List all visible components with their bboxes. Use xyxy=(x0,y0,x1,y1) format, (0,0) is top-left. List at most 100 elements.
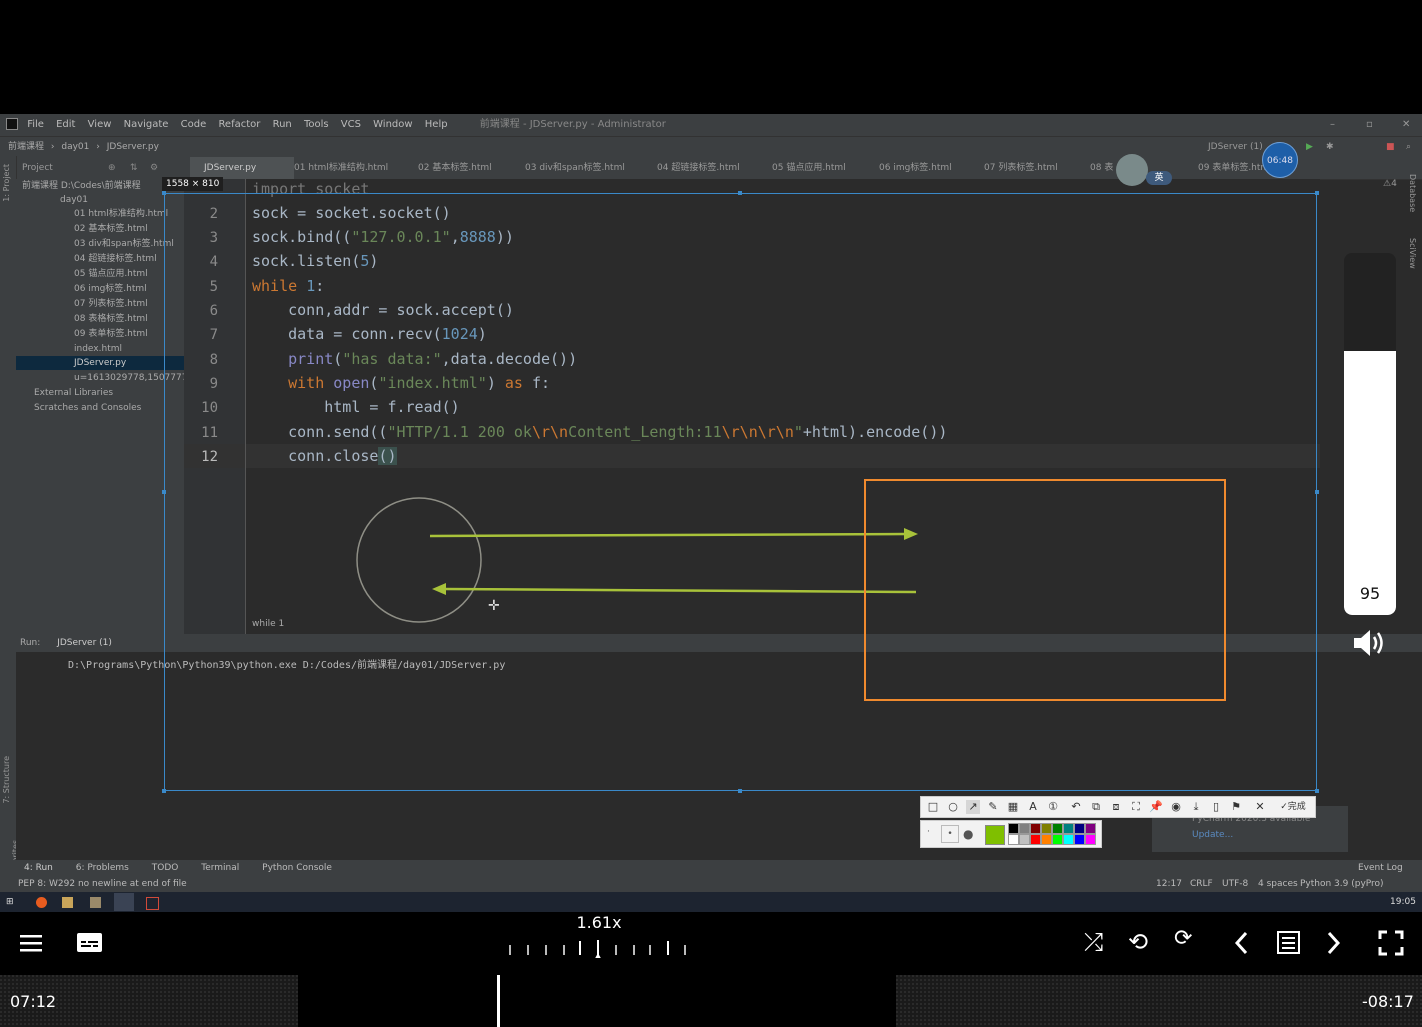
tab-basic-tags[interactable]: 02 基本标签.html xyxy=(418,157,492,179)
color-swatch[interactable] xyxy=(1041,823,1052,834)
previous-icon[interactable] xyxy=(1232,930,1252,956)
save-icon[interactable]: ▯ xyxy=(1209,800,1223,814)
resize-handle[interactable] xyxy=(162,490,166,494)
color-swatch[interactable] xyxy=(1074,834,1085,845)
timer-badge[interactable]: 06:48 xyxy=(1262,142,1298,178)
menu-icon[interactable] xyxy=(18,930,44,956)
resize-handle[interactable] xyxy=(162,191,166,195)
pen-tool-icon[interactable]: ✎ xyxy=(986,800,1000,814)
translate-icon[interactable]: ⧈ xyxy=(1109,800,1123,814)
color-swatch[interactable] xyxy=(1008,834,1019,845)
tree-file[interactable]: 08 表格标签.html xyxy=(74,312,148,326)
status-line-sep[interactable]: CRLF xyxy=(1190,876,1213,892)
next-icon[interactable] xyxy=(1324,930,1344,956)
debug-icon[interactable]: ✱ xyxy=(1326,137,1334,157)
tree-scratches[interactable]: Scratches and Consoles xyxy=(34,401,141,415)
project-panel-label[interactable]: Project xyxy=(22,157,53,179)
explorer-icon[interactable] xyxy=(62,897,73,908)
gear-icon[interactable]: ⚙ xyxy=(150,157,158,179)
color-swatch[interactable] xyxy=(1019,834,1030,845)
color-swatch[interactable] xyxy=(1008,823,1019,834)
tree-external-libraries[interactable]: External Libraries xyxy=(34,386,113,400)
run-tab[interactable]: JDServer (1) xyxy=(57,638,112,648)
collapse-icon[interactable]: ⇅ xyxy=(130,157,138,179)
search-icon[interactable]: ⌕ xyxy=(1406,137,1411,157)
menu-view[interactable]: View xyxy=(88,119,112,130)
color-swatch[interactable] xyxy=(1085,834,1096,845)
tree-file[interactable]: 04 超链接标签.html xyxy=(74,252,157,266)
run-icon[interactable]: ▶ xyxy=(1306,137,1313,157)
minimize-icon[interactable]: – xyxy=(1330,114,1335,136)
ime-badge[interactable]: 英 xyxy=(1146,171,1172,185)
color-swatch[interactable] xyxy=(1052,834,1063,845)
playback-speed[interactable]: 1.61x xyxy=(560,913,638,932)
volume-slider[interactable] xyxy=(1344,253,1396,615)
arrow-tool-icon[interactable]: ↗ xyxy=(966,800,980,814)
current-color-swatch[interactable] xyxy=(985,825,1005,845)
color-swatch[interactable] xyxy=(1063,834,1074,845)
event-log[interactable]: Event Log xyxy=(1358,860,1403,876)
tree-file[interactable]: 01 html标准结构.html xyxy=(74,207,168,221)
menu-code[interactable]: Code xyxy=(181,119,207,130)
undo-icon[interactable]: ↶ xyxy=(1069,800,1083,814)
side-sciview[interactable]: SciView xyxy=(1408,238,1417,269)
tree-root[interactable]: 前端课程 D:\Codes\前端课程 xyxy=(22,179,141,193)
speaker-icon[interactable] xyxy=(1352,628,1388,658)
size-small-icon[interactable]: · xyxy=(927,827,930,837)
resize-handle[interactable] xyxy=(162,789,166,793)
tool-problems[interactable]: 6: Problems xyxy=(76,863,129,873)
menu-edit[interactable]: Edit xyxy=(56,119,75,130)
status-position[interactable]: 12:17 xyxy=(1156,876,1182,892)
shuffle-icon[interactable]: ⤮ xyxy=(1084,928,1103,956)
menu-navigate[interactable]: Navigate xyxy=(124,119,169,130)
side-database[interactable]: Database xyxy=(1408,174,1417,212)
text-tool-icon[interactable]: A xyxy=(1026,800,1040,814)
side-project[interactable]: 1: Project xyxy=(2,164,11,202)
color-swatch[interactable] xyxy=(1052,823,1063,834)
seek-bar[interactable] xyxy=(0,975,1422,1027)
tab-anchor[interactable]: 05 锚点应用.html xyxy=(772,157,846,179)
app-taskbar-icon[interactable] xyxy=(146,897,159,910)
stop-icon[interactable]: ■ xyxy=(1386,137,1395,157)
tab-div-span[interactable]: 03 div和span标签.html xyxy=(525,157,625,179)
download-icon[interactable]: ⤓ xyxy=(1189,800,1203,814)
tree-file-selected[interactable]: JDServer.py xyxy=(16,356,184,370)
tool-todo[interactable]: TODO xyxy=(152,863,179,873)
tree-file[interactable]: 03 div和span标签.html xyxy=(74,237,174,251)
breadcrumb-folder[interactable]: day01 xyxy=(61,142,89,152)
mosaic-tool-icon[interactable]: ▦ xyxy=(1006,800,1020,814)
cancel-icon[interactable]: ✕ xyxy=(1253,800,1267,814)
tab-hyperlink[interactable]: 04 超链接标签.html xyxy=(657,157,740,179)
tree-folder-day01[interactable]: day01 xyxy=(60,193,88,207)
color-swatch[interactable] xyxy=(1063,823,1074,834)
menu-window[interactable]: Window xyxy=(373,119,412,130)
tree-file[interactable]: 09 表单标签.html xyxy=(74,327,148,341)
number-tool-icon[interactable]: ① xyxy=(1046,800,1060,814)
ocr-icon[interactable]: ⧉ xyxy=(1089,800,1103,814)
close-icon[interactable]: ✕ xyxy=(1402,114,1410,136)
run-config-select[interactable]: JDServer (1) xyxy=(1208,137,1263,157)
folder-icon[interactable] xyxy=(90,897,101,908)
color-swatch[interactable] xyxy=(1074,823,1085,834)
tab-form[interactable]: 09 表单标签.html xyxy=(1198,157,1272,179)
color-swatch[interactable] xyxy=(1019,823,1030,834)
resize-handle[interactable] xyxy=(1315,789,1319,793)
playhead[interactable] xyxy=(497,975,500,1027)
resize-handle[interactable] xyxy=(738,789,742,793)
menu-file[interactable]: File xyxy=(27,119,44,130)
record-icon[interactable]: ◉ xyxy=(1169,800,1183,814)
tree-file[interactable]: 05 锚点应用.html xyxy=(74,267,148,281)
speed-scale[interactable] xyxy=(505,938,687,958)
size-medium-icon[interactable]: • xyxy=(941,825,959,843)
size-large-icon[interactable]: ● xyxy=(963,827,973,841)
menu-run[interactable]: Run xyxy=(273,119,292,130)
color-swatch[interactable] xyxy=(1041,834,1052,845)
done-button[interactable]: ✓完成 xyxy=(1273,800,1313,814)
locate-icon[interactable]: ⊕ xyxy=(108,157,116,179)
tool-terminal[interactable]: Terminal xyxy=(201,863,239,873)
resize-handle[interactable] xyxy=(1315,191,1319,195)
tab-html-structure[interactable]: 01 html标准结构.html xyxy=(294,157,388,179)
resize-handle[interactable] xyxy=(1315,490,1319,494)
start-icon[interactable]: ⊞ xyxy=(6,892,14,912)
notification-link[interactable]: Update... xyxy=(1192,830,1233,840)
